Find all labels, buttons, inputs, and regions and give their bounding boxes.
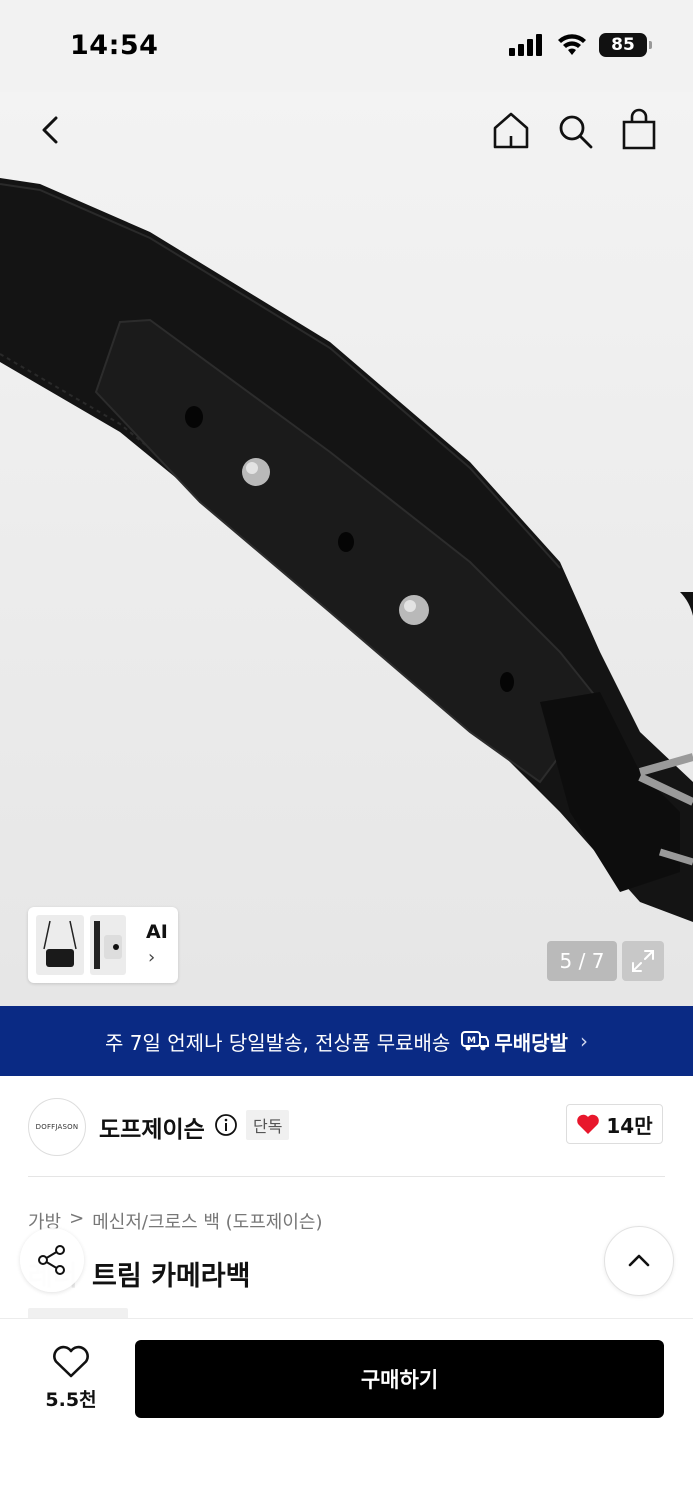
expand-button[interactable] xyxy=(622,941,664,981)
wish-count: 5.5천 xyxy=(45,1389,97,1411)
thumbnail-image xyxy=(90,915,126,975)
chevron-up-icon xyxy=(628,1254,650,1267)
status-bar: 14:54 85 xyxy=(0,0,693,92)
breadcrumb-subcategory[interactable]: 메신저/크로스 백 (도프제이슨) xyxy=(92,1208,322,1234)
expand-icon xyxy=(632,950,654,972)
ai-thumbnail-button[interactable]: AI › xyxy=(28,907,178,983)
scroll-top-button[interactable] xyxy=(604,1226,674,1296)
home-icon[interactable] xyxy=(491,110,531,150)
wifi-icon xyxy=(558,34,586,55)
battery-indicator: 85 xyxy=(599,33,652,57)
image-counter: 5 / 7 xyxy=(547,941,617,981)
back-icon[interactable] xyxy=(34,112,70,148)
brand-like-button[interactable]: 14만 xyxy=(566,1104,663,1144)
share-button[interactable] xyxy=(20,1228,84,1292)
share-icon xyxy=(38,1245,65,1275)
chevron-right-icon: › xyxy=(148,947,156,968)
signal-icon xyxy=(509,34,542,56)
thumbnail-image xyxy=(36,915,84,975)
status-icons: 85 xyxy=(509,33,652,57)
brand-row: DOFFJASON 도프제이슨 단독 14만 xyxy=(0,1096,693,1158)
product-title: 트림 카메라백 xyxy=(92,1261,251,1292)
promo-banner[interactable]: 주 7일 언제나 당일발송, 전상품 무료배송 M 무배당발 › xyxy=(0,1006,693,1076)
chevron-right-icon: › xyxy=(579,1029,588,1053)
exclusive-badge: 단독 xyxy=(246,1110,290,1140)
brand-logo[interactable]: DOFFJASON xyxy=(28,1098,86,1156)
divider xyxy=(28,1176,665,1177)
heart-outline-icon xyxy=(53,1345,89,1378)
buy-button[interactable]: 구매하기 xyxy=(135,1340,664,1418)
heart-icon xyxy=(577,1114,600,1134)
bag-thumbnail-graphic xyxy=(43,920,77,967)
ai-label: AI xyxy=(146,921,168,943)
wish-button[interactable]: 5.5천 xyxy=(34,1345,108,1412)
product-photo-strap xyxy=(0,178,693,922)
brand-like-count: 14만 xyxy=(606,1113,653,1138)
bag-icon[interactable] xyxy=(620,108,658,150)
bag-thumbnail-graphic xyxy=(94,921,122,969)
search-icon[interactable] xyxy=(556,112,594,150)
info-icon[interactable] xyxy=(214,1113,238,1137)
brand-logo-text: DOFFJASON xyxy=(35,1123,79,1131)
status-time: 14:54 xyxy=(70,30,159,61)
truck-icon: M xyxy=(461,1031,490,1051)
product-image[interactable] xyxy=(0,92,693,1006)
banner-text: 주 7일 언제나 당일발송, 전상품 무료배송 xyxy=(105,1030,451,1055)
svg-text:M: M xyxy=(467,1036,476,1046)
brand-name[interactable]: 도프제이슨 xyxy=(99,1110,205,1144)
breadcrumb: 가방 > 메신저/크로스 백 (도프제이슨) xyxy=(28,1208,323,1234)
breadcrumb-separator: > xyxy=(69,1208,85,1229)
bottom-action-bar: 5.5천 구매하기 xyxy=(0,1318,693,1500)
banner-logo-text: 무배당발 xyxy=(494,1030,568,1055)
banner-logo: M 무배당발 xyxy=(460,1027,568,1056)
